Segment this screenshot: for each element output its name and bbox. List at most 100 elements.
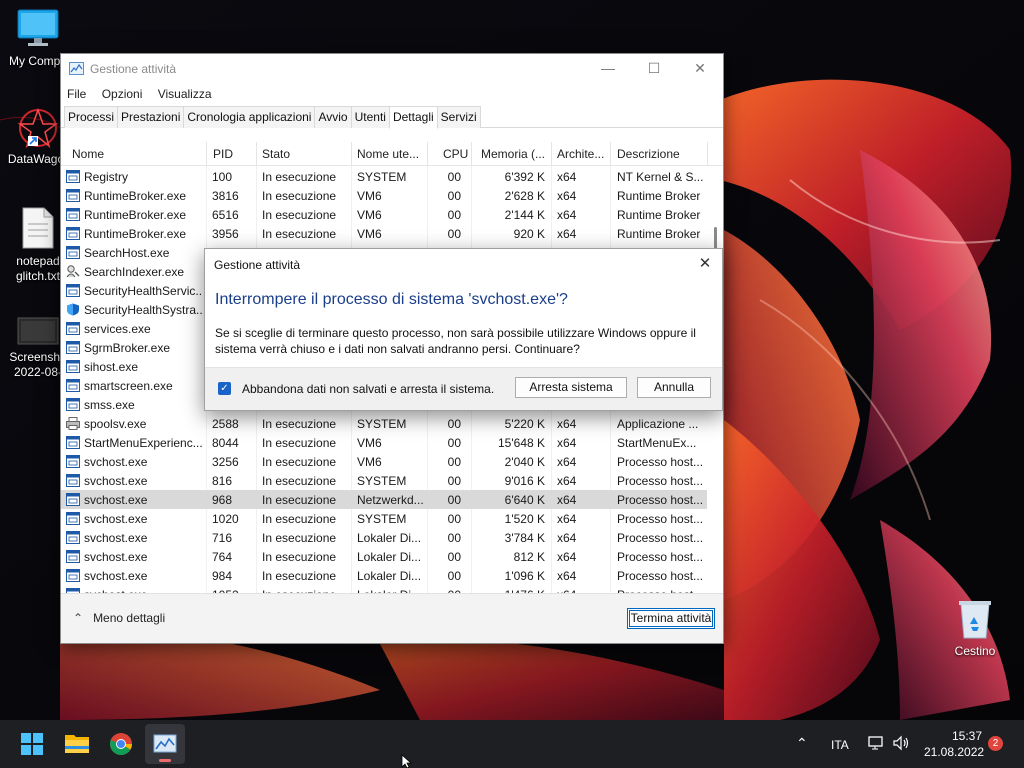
printer-icon [66,417,80,430]
cell-user: VM6 [357,455,382,469]
taskbar-chrome[interactable] [101,720,141,768]
menu-view[interactable]: Visualizza [158,82,212,106]
cell-memory: 2'040 K [504,455,545,469]
clock-time[interactable]: 15:37 [952,729,982,743]
taskbar: ⌃ ITA 15:37 21.08.2022 2 [0,720,1024,768]
desktop-icon-recycle-bin[interactable]: Cestino [937,598,1013,659]
table-row[interactable]: RuntimeBroker.exe 3956 In esecuzione VM6 00 9… [61,224,707,243]
cell-status: In esecuzione [262,474,337,488]
tab-performance[interactable]: Prestazioni [117,106,185,128]
column-header-architecture[interactable]: Archite... [557,147,604,161]
cell-cpu: 00 [447,170,461,184]
app-icon [66,550,80,563]
datawagon-icon [17,107,59,149]
tab-users[interactable]: Utenti [350,106,390,128]
tab-details[interactable]: Dettagli [388,106,438,129]
checkbox-label[interactable]: Abbandona dati non salvati e arresta il … [242,382,494,396]
table-row[interactable]: svchost.exe 968 In esecuzione Netzwerkd... 0… [61,490,707,509]
taskbar-task-manager[interactable] [145,724,185,764]
tab-services[interactable]: Servizi [436,106,481,128]
table-row[interactable]: svchost.exe 716 In esecuzione Lokaler Di...… [61,528,707,547]
minimize-button[interactable]: — [585,54,631,82]
menu-options[interactable]: Opzioni [102,82,143,106]
abandon-data-checkbox[interactable]: ✓ [218,382,231,395]
cell-pid: 3816 [212,189,239,203]
column-header-memory[interactable]: Memoria (... [481,147,545,161]
cell-architecture: x64 [557,436,577,450]
table-row[interactable]: StartMenuExperienc... 8044 In esecuzione VM… [61,433,707,452]
cell-description: NT Kernel & S... [617,170,703,184]
cell-user: Lokaler Di... [357,569,422,583]
notification-badge[interactable]: 2 [988,736,1003,751]
cell-name: svchost.exe [84,455,148,469]
window-title: Gestione attività [90,62,177,76]
app-icon [66,341,80,354]
shutdown-button[interactable]: Arresta sistema [515,377,627,398]
cell-user: SYSTEM [357,417,407,431]
table-row[interactable]: svchost.exe 984 In esecuzione Lokaler Di...… [61,566,707,585]
app-icon [66,208,80,221]
cell-name: smartscreen.exe [84,379,173,393]
app-icon [66,512,80,525]
cell-status: In esecuzione [262,227,337,241]
table-row[interactable]: svchost.exe 3256 In esecuzione VM6 00 2'040 K… [61,452,707,471]
less-details-label: Meno dettagli [93,611,166,625]
monitor-icon [17,9,59,46]
volume-icon[interactable] [891,734,911,755]
show-hidden-icons-button[interactable]: ⌃ [796,735,808,752]
table-row[interactable]: Registry 100 In esecuzione SYSTEM 00 6'392 K x… [61,167,707,186]
table-row[interactable]: RuntimeBroker.exe 3816 In esecuzione VM6 00 2… [61,186,707,205]
clock-date[interactable]: 21.08.2022 [924,745,984,759]
table-row[interactable]: svchost.exe 1020 In esecuzione SYSTEM 00 1'52… [61,509,707,528]
cell-name: svchost.exe [84,531,148,545]
cell-pid: 8044 [212,436,239,450]
scrollbar-thumb[interactable] [714,227,717,249]
cell-status: In esecuzione [262,455,337,469]
cell-name: svchost.exe [84,550,148,564]
menu-bar: File Opzioni Visualizza [61,82,723,106]
tab-processes[interactable]: Processi [64,106,119,128]
app-icon [66,569,80,582]
cell-cpu: 00 [447,417,461,431]
column-header-user[interactable]: Nome ute... [357,147,419,161]
cancel-button[interactable]: Annulla [637,377,711,398]
cell-name: smss.exe [84,398,135,412]
app-icon [66,474,80,487]
app-icon [66,436,80,449]
cell-name: services.exe [84,322,151,336]
cell-name: RuntimeBroker.exe [84,189,187,203]
menu-file[interactable]: File [67,82,86,106]
cell-pid: 968 [212,493,233,507]
app-icon [66,398,80,411]
cell-status: In esecuzione [262,208,337,222]
less-details-button[interactable]: ⌃ Meno dettagli [73,611,165,625]
tab-startup[interactable]: Avvio [314,106,352,128]
cell-description: Applicazione ... [617,417,699,431]
table-row[interactable]: RuntimeBroker.exe 6516 In esecuzione VM6 00 2… [61,205,707,224]
column-header-name[interactable]: Nome [72,147,104,161]
language-indicator[interactable]: ITA [831,738,849,752]
maximize-button[interactable]: ☐ [631,54,677,82]
title-bar[interactable]: Gestione attività — ☐ ✕ [61,54,723,82]
network-icon[interactable] [867,734,885,755]
cell-pid: 6516 [212,208,239,222]
window-footer: ⌃ Meno dettagli Termina attività [61,593,723,643]
cell-description: Processo host... [617,550,703,564]
cell-cpu: 00 [447,436,461,450]
column-header-cpu[interactable]: CPU [443,147,468,161]
table-row[interactable]: svchost.exe 764 In esecuzione Lokaler Di...… [61,547,707,566]
column-header-description[interactable]: Descrizione [617,147,680,161]
column-header-status[interactable]: Stato [262,147,290,161]
table-row[interactable]: svchost.exe 816 In esecuzione SYSTEM 00 9'016… [61,471,707,490]
end-task-button[interactable]: Termina attività [627,608,715,629]
start-button[interactable] [12,720,52,768]
table-row[interactable]: spoolsv.exe 2588 In esecuzione SYSTEM 00 5'22… [61,414,707,433]
taskbar-file-explorer[interactable] [57,720,97,768]
cell-architecture: x64 [557,417,577,431]
close-button[interactable]: ✕ [677,54,723,82]
cell-user: VM6 [357,227,382,241]
cell-user: Netzwerkd... [357,493,424,507]
tab-app-history[interactable]: Cronologia applicazioni [183,106,316,128]
dialog-close-button[interactable]: ✕ [694,253,716,275]
column-header-pid[interactable]: PID [213,147,233,161]
